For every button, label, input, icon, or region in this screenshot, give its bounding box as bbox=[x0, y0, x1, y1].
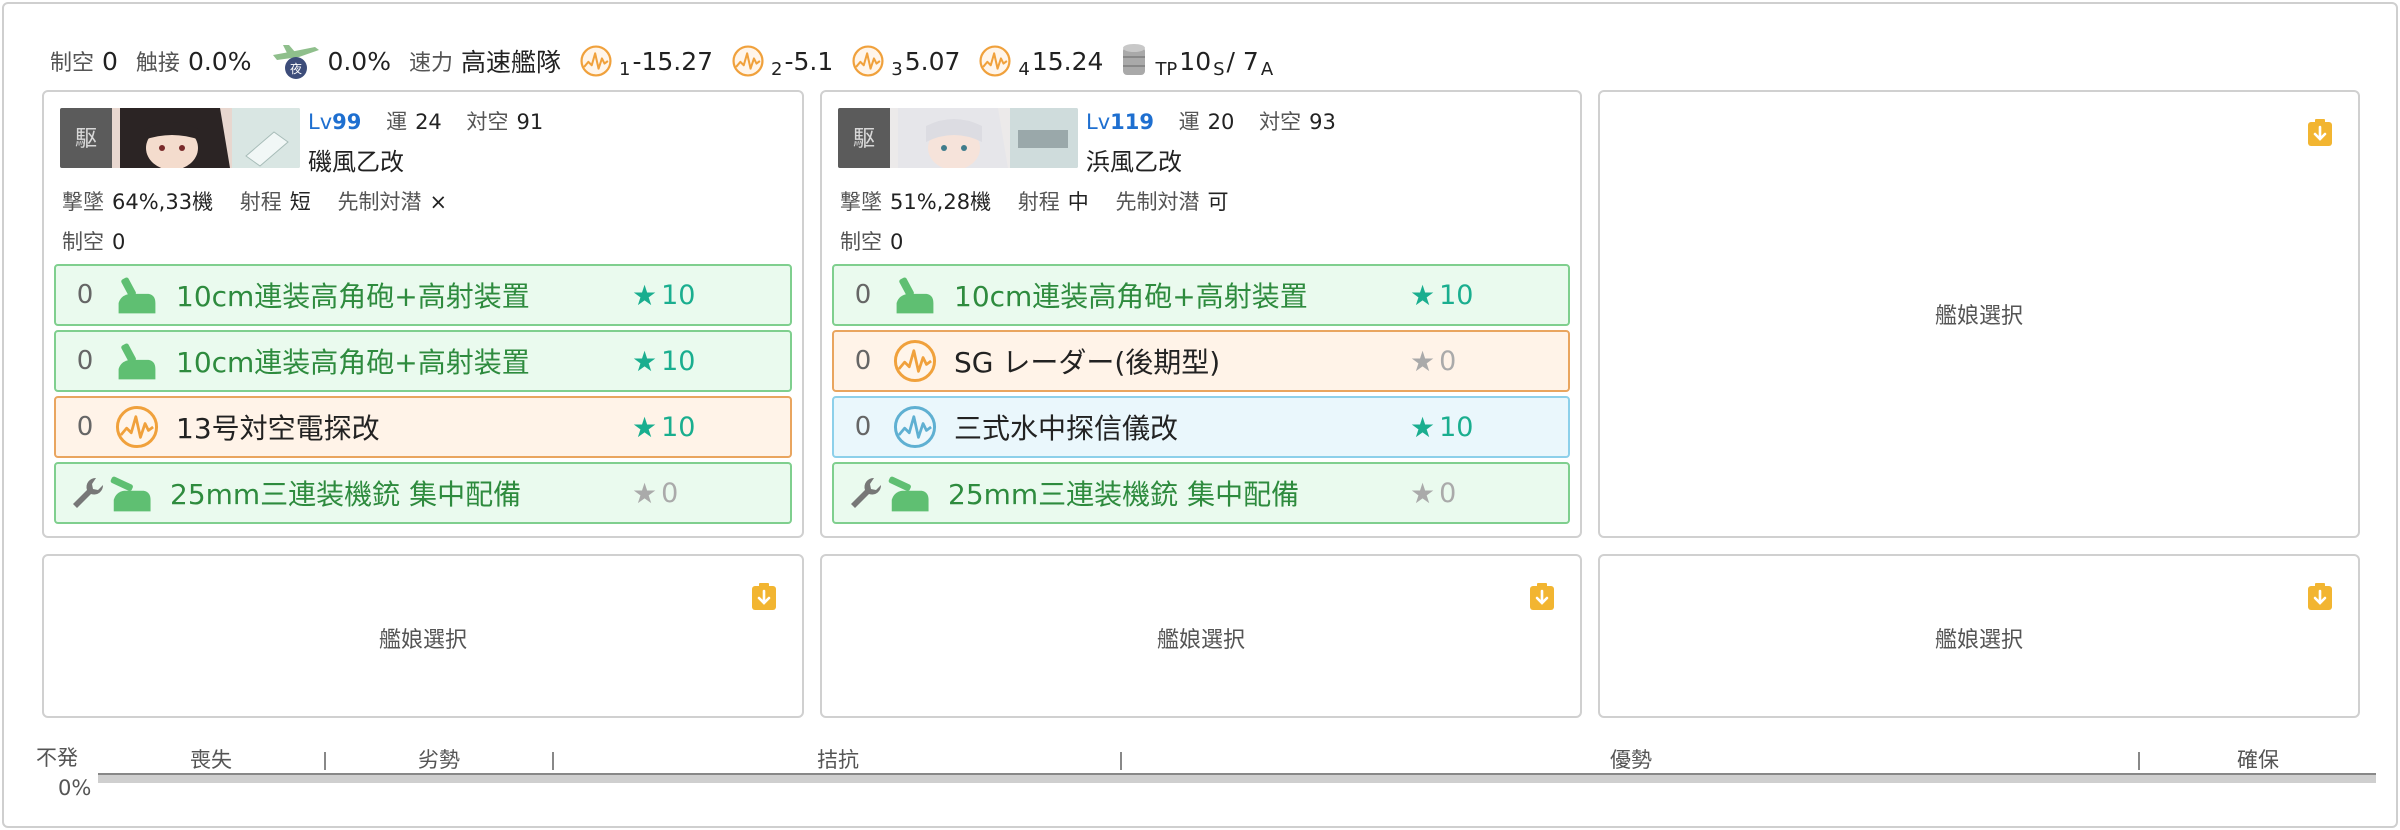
star-icon: ★ bbox=[1410, 476, 1436, 510]
los-radar-icon bbox=[851, 44, 885, 78]
equipment-slot-1[interactable]: 0 10cm連装高角砲+高射装置 ★ 10 bbox=[54, 264, 792, 326]
improvement-level: ★ 0 bbox=[1410, 476, 1457, 510]
gauge-percent: 0% bbox=[58, 776, 92, 800]
equipment-slot-1[interactable]: 0 10cm連装高角砲+高射装置 ★ 10 bbox=[832, 264, 1570, 326]
ship-stats-top: Lv119 運 20 対空 93 bbox=[1086, 110, 1336, 134]
ship-aa-info: 撃墜 64%,33機 射程短 先制対潜 × bbox=[62, 190, 448, 214]
ship-name: 磯風乙改 bbox=[308, 148, 404, 176]
select-ship-label: 艦娘選択 bbox=[1934, 628, 2023, 653]
los-radar-icon bbox=[579, 44, 613, 78]
empty-ship-slot-6[interactable]: 艦娘選択 bbox=[1598, 554, 2360, 718]
equipment-slot-3[interactable]: 0 三式水中探信儀改 ★ 10 bbox=[832, 396, 1570, 458]
ship-aa-info: 撃墜 51%,28機 射程中 先制対潜可 bbox=[840, 190, 1229, 214]
radar-icon bbox=[114, 404, 160, 450]
los-3: 3 5.07 bbox=[851, 44, 960, 80]
improvement-level: ★ 10 bbox=[632, 410, 696, 444]
gauge-segment-superiority: 優勢 bbox=[1610, 748, 1652, 772]
ship-banner[interactable]: 駆 bbox=[60, 108, 300, 168]
ship-name: 浜風乙改 bbox=[1086, 148, 1182, 176]
night-contact-rate: 夜 0.0% bbox=[269, 41, 391, 81]
ship-portrait-icon: 駆 bbox=[838, 108, 1078, 168]
svg-text:駆: 駆 bbox=[75, 127, 97, 152]
contact-rate: 触接 0.0% bbox=[135, 46, 252, 77]
save-icon[interactable] bbox=[2306, 582, 2334, 612]
machine-gun-icon bbox=[886, 470, 932, 516]
ship-air-power: 制空 0 bbox=[840, 230, 904, 254]
radar-icon bbox=[892, 338, 938, 384]
los-4: 4 15.24 bbox=[978, 44, 1103, 80]
gauge-track bbox=[98, 773, 2376, 783]
machine-gun-icon bbox=[108, 470, 154, 516]
drum-canister-icon bbox=[1123, 44, 1146, 75]
empty-ship-slot-3[interactable]: 艦娘選択 bbox=[1598, 90, 2360, 538]
air-state-gauge: 不発 0% 喪失 劣勢 拮抗 優勢 確保 bbox=[36, 740, 2376, 820]
star-icon: ★ bbox=[1410, 344, 1436, 378]
ship-portrait-icon: 駆 bbox=[60, 108, 300, 168]
ship-stats-top: Lv99 運 24 対空 91 bbox=[308, 110, 544, 134]
ship-card-1[interactable]: 駆 Lv99 運 24 対空 91 磯風乙改 撃墜 64%,33機 射程短 先制対潜 ×… bbox=[42, 90, 804, 538]
select-ship-label: 艦娘選択 bbox=[1934, 304, 2023, 329]
high-angle-gun-icon bbox=[892, 272, 938, 318]
gauge-segment-denial: 劣勢 bbox=[418, 748, 460, 772]
improvement-level: ★ 0 bbox=[1410, 344, 1457, 378]
transport-points: TP 10 S / 7 A bbox=[1121, 43, 1275, 80]
select-ship-label: 艦娘選択 bbox=[1156, 628, 1245, 653]
ship-banner[interactable]: 駆 bbox=[838, 108, 1078, 168]
wrench-icon bbox=[68, 473, 108, 513]
star-icon: ★ bbox=[632, 278, 658, 312]
improvement-level: ★ 10 bbox=[632, 344, 696, 378]
improvement-level: ★ 10 bbox=[1410, 410, 1474, 444]
svg-text:夜: 夜 bbox=[290, 61, 302, 76]
equipment-slot-expansion[interactable]: 25mm三連装機銃 集中配備 ★ 0 bbox=[832, 462, 1570, 524]
ship-card-2[interactable]: 駆 Lv119 運 20 対空 93 浜風乙改 撃墜 51%,28機 射程中 先制対潜… bbox=[820, 90, 1582, 538]
empty-ship-slot-5[interactable]: 艦娘選択 bbox=[820, 554, 1582, 718]
night-recon-plane-icon: 夜 bbox=[273, 45, 320, 79]
star-icon: ★ bbox=[1410, 278, 1436, 312]
improvement-level: ★ 10 bbox=[632, 278, 696, 312]
star-icon: ★ bbox=[632, 410, 658, 444]
empty-ship-slot-4[interactable]: 艦娘選択 bbox=[42, 554, 804, 718]
wrench-icon bbox=[846, 473, 886, 513]
equipment-slot-2[interactable]: 0 10cm連装高角砲+高射装置 ★ 10 bbox=[54, 330, 792, 392]
sonar-icon bbox=[892, 404, 938, 450]
save-icon[interactable] bbox=[1528, 582, 1556, 612]
los-2: 2 -5.1 bbox=[731, 44, 833, 80]
svg-text:駆: 駆 bbox=[853, 127, 875, 152]
improvement-level: ★ 10 bbox=[1410, 278, 1474, 312]
air-power: 制空 0 bbox=[50, 46, 118, 77]
fleet-summary: 制空 0 触接 0.0% 夜 0.0% 速力 高速艦隊 1 -15.27 2 -… bbox=[50, 38, 1293, 84]
speed: 速力 高速艦隊 bbox=[408, 48, 561, 77]
star-icon: ★ bbox=[632, 344, 658, 378]
los-radar-icon bbox=[978, 44, 1012, 78]
gauge-dud-label: 不発 bbox=[36, 746, 78, 770]
high-angle-gun-icon bbox=[114, 272, 160, 318]
high-angle-gun-icon bbox=[114, 338, 160, 384]
gauge-segment-supremacy: 確保 bbox=[2237, 748, 2279, 772]
star-icon: ★ bbox=[632, 476, 658, 510]
equipment-slot-expansion[interactable]: 25mm三連装機銃 集中配備 ★ 0 bbox=[54, 462, 792, 524]
improvement-level: ★ 0 bbox=[632, 476, 679, 510]
select-ship-label: 艦娘選択 bbox=[378, 628, 467, 653]
gauge-segment-parity: 拮抗 bbox=[817, 748, 859, 772]
los-1: 1 -15.27 bbox=[579, 44, 713, 80]
save-icon[interactable] bbox=[750, 582, 778, 612]
gauge-segment-loss: 喪失 bbox=[190, 748, 232, 772]
equipment-slot-2[interactable]: 0 SG レーダー(後期型) ★ 0 bbox=[832, 330, 1570, 392]
ship-air-power: 制空 0 bbox=[62, 230, 126, 254]
star-icon: ★ bbox=[1410, 410, 1436, 444]
save-icon[interactable] bbox=[2306, 118, 2334, 148]
los-radar-icon bbox=[731, 44, 765, 78]
equipment-slot-3[interactable]: 0 13号対空電探改 ★ 10 bbox=[54, 396, 792, 458]
